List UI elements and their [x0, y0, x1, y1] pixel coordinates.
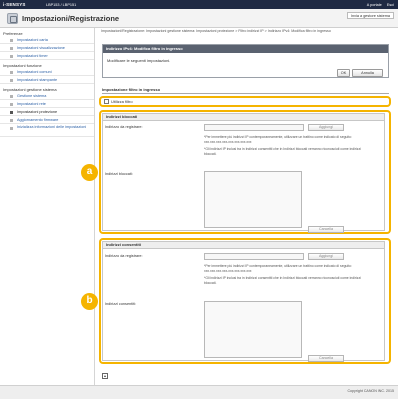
title-bar: Impostazioni/Registrazione Invia a gesto…: [0, 9, 398, 28]
filter-section-title: Impostazione filtro in ingresso: [102, 87, 389, 94]
sidebar-item-paper-settings[interactable]: Impostazioni carta: [0, 36, 94, 44]
sidebar-item-label: Impostazioni carta: [17, 38, 48, 42]
blocked-address-label: Indirizzo da registrare:: [105, 125, 143, 129]
sidebar-item-label: Impostazioni stampante: [17, 78, 58, 82]
callout-marker-b: b: [81, 293, 98, 310]
settings-page-icon: [7, 13, 18, 24]
top-bar: i-SENSYS LBP153 / LBP151 A portale Esci: [0, 0, 398, 9]
send-to-admin-link[interactable]: Invia a gestore sistema: [346, 12, 394, 19]
sidebar-item-display-settings[interactable]: Impostazioni visualizzazione: [0, 44, 94, 52]
blocked-address-list[interactable]: [204, 171, 302, 228]
model-name: LBP153 / LBP151: [46, 2, 77, 7]
breadcrumb: Impostazioni/Registrazione: Impostazioni…: [101, 29, 331, 33]
main-content: Impostazioni/Registrazione: Impostazioni…: [81, 28, 398, 385]
allowed-note-range: *Per immettere più indirizzi IP contempo…: [204, 264, 352, 273]
cancel-button[interactable]: Annulla: [352, 69, 383, 77]
bullet-icon: [10, 55, 13, 58]
bullet-icon: [10, 71, 13, 74]
use-filter-label: Utilizza filtro: [111, 99, 133, 104]
blocked-address-input[interactable]: [204, 124, 304, 131]
blocked-delete-button[interactable]: Cancella: [308, 226, 344, 233]
footer: Copyright CANON INC. 2015: [0, 385, 398, 399]
sidebar-item-common-settings[interactable]: Impostazioni comuni: [0, 68, 94, 76]
allowed-note-conflict: *Gli indirizzi IP inclusi tra in Indiriz…: [204, 276, 361, 285]
blocked-note-range: *Per immettere più indirizzi IP contempo…: [204, 135, 352, 144]
bullet-icon: [10, 111, 13, 114]
sidebar-item-initialize-settings[interactable]: Inizializza informazioni delle impostazi…: [0, 124, 94, 137]
sidebar-item-label: Impostazioni rete: [17, 102, 46, 106]
instruction-text: Modificare le seguenti impostazioni.: [107, 58, 171, 63]
logout-link[interactable]: Esci: [387, 3, 394, 7]
sidebar-item-system-management[interactable]: Gestione sistema: [0, 92, 94, 100]
bullet-icon: [10, 39, 13, 42]
allowed-add-button[interactable]: Aggiungi: [308, 253, 344, 260]
use-filter-checkbox[interactable]: [104, 99, 109, 105]
copyright-text: Copyright CANON INC. 2015: [347, 389, 394, 393]
allowed-delete-button[interactable]: Cancella: [308, 355, 344, 362]
callout-marker-a: a: [81, 164, 98, 181]
panel-title: Indirizzo IPv4: Modifica filtro in ingre…: [103, 45, 388, 53]
sidebar: Preferenze Impostazioni carta Impostazio…: [0, 28, 95, 385]
brand-logo: i-SENSYS: [3, 2, 26, 7]
sidebar-item-label: Impostazioni visualizzazione: [17, 46, 65, 50]
sidebar-item-printer-settings[interactable]: Impostazioni stampante: [0, 76, 94, 84]
allowed-list-label: Indirizzi consentiti:: [105, 302, 137, 306]
blocked-note-conflict: *Gli indirizzi IP inclusi tra in Indiriz…: [204, 147, 361, 156]
sidebar-item-label: Aggiornamento firmware: [17, 118, 59, 122]
sidebar-item-network-settings[interactable]: Impostazioni rete: [0, 100, 94, 108]
bullet-icon: [10, 119, 13, 122]
allowed-address-list[interactable]: [204, 301, 302, 358]
sidebar-item-label: Impostazioni comuni: [17, 70, 52, 74]
top-links: A portale Esci: [363, 3, 394, 7]
sidebar-item-label: Impostazioni protezione: [17, 110, 58, 114]
use-filter-highlight: [99, 96, 391, 107]
sidebar-item-label: Inizializza informazioni delle impostazi…: [17, 125, 87, 129]
allowed-address-label: Indirizzo da registrare:: [105, 254, 143, 258]
scroll-to-top-icon[interactable]: [102, 373, 108, 379]
sidebar-item-label: Impostazioni timer: [17, 54, 48, 58]
bullet-icon: [10, 47, 13, 50]
bullet-icon: [10, 79, 13, 82]
sidebar-item-security-settings[interactable]: Impostazioni protezione: [0, 108, 94, 116]
sidebar-item-firmware-update[interactable]: Aggiornamento firmware: [0, 116, 94, 124]
ok-button[interactable]: OK: [337, 69, 350, 77]
edit-header-panel: Indirizzo IPv4: Modifica filtro in ingre…: [102, 44, 389, 78]
sidebar-item-timer-settings[interactable]: Impostazioni timer: [0, 52, 94, 60]
bullet-icon: [10, 127, 13, 130]
blocked-list-label: Indirizzi bloccati:: [105, 172, 133, 176]
page-title: Impostazioni/Registrazione: [22, 14, 120, 23]
bullet-icon: [10, 103, 13, 106]
allowed-title: Indirizzi consentiti: [103, 242, 384, 249]
bullet-icon: [10, 95, 13, 98]
blocked-title: Indirizzi bloccati: [103, 114, 384, 121]
allowed-address-input[interactable]: [204, 253, 304, 260]
blocked-add-button[interactable]: Aggiungi: [308, 124, 344, 131]
use-filter-row[interactable]: Utilizza filtro: [104, 99, 133, 105]
portal-link[interactable]: A portale: [367, 3, 382, 7]
sidebar-item-label: Gestione sistema: [17, 94, 47, 98]
